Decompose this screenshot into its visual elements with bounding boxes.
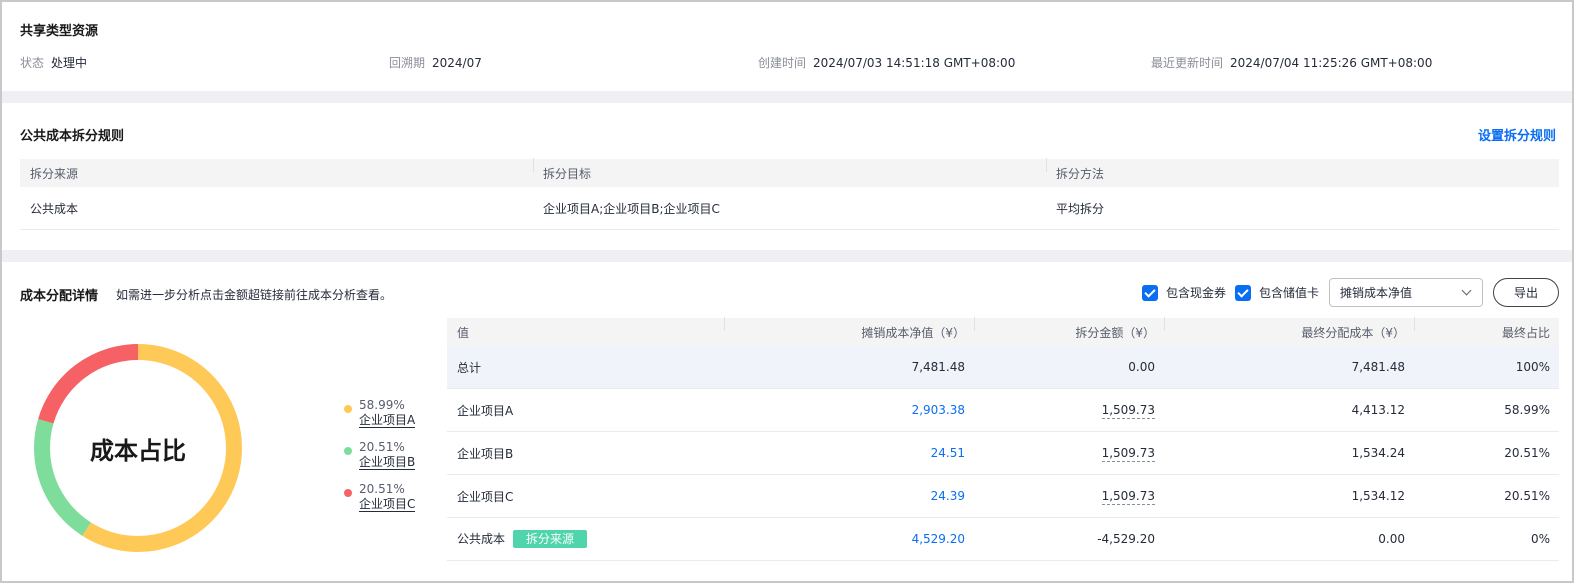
net-cost-link[interactable]: 24.51	[931, 446, 965, 460]
row-name: 企业项目B	[457, 446, 514, 461]
net-cost-link[interactable]: 2,903.38	[912, 403, 965, 417]
meta-updated-label: 最近更新时间	[1151, 56, 1224, 70]
table-row: 公共成本 企业项目A;企业项目B;企业项目C 平均拆分	[20, 187, 1559, 230]
split-source-tag: 拆分来源	[513, 530, 588, 548]
page-frame: 共享类型资源 状态 处理中 回溯期 2024/07 创建时间 2024/07/03 1…	[0, 0, 1574, 583]
net-cost-link[interactable]: 24.39	[931, 489, 965, 503]
row-split: 0.00	[1128, 360, 1155, 374]
rules-cell-target: 企业项目A;企业项目B;企业项目C	[543, 201, 720, 216]
checkbox-checked-icon[interactable]	[1142, 284, 1158, 301]
row-final: 0.00	[1378, 532, 1405, 546]
legend-dot-icon	[344, 489, 352, 497]
split-amount-tooltip[interactable]: 1,509.73	[1101, 446, 1155, 462]
meta-created-label: 创建时间	[758, 56, 807, 70]
section-divider	[2, 250, 1572, 262]
legend-b-pct: 20.51%	[359, 440, 405, 454]
legend-a-name: 企业项目A	[359, 413, 416, 428]
export-button[interactable]: 导出	[1493, 278, 1559, 307]
legend-dot-icon	[344, 447, 352, 455]
table-row: 企业项目C 24.39 1,509.73 1,534.12 20.51%	[447, 475, 1559, 518]
row-ratio: 100%	[1515, 360, 1550, 374]
detail-title: 成本分配详情	[20, 289, 99, 304]
rules-title: 公共成本拆分规则	[20, 129, 125, 144]
row-ratio: 0%	[1530, 532, 1550, 546]
row-name: 公共成本	[457, 532, 506, 546]
row-name: 总计	[457, 360, 482, 375]
detail-description: 如需进一步分析点击金额超链接前往成本分析查看。	[116, 288, 393, 302]
header-final-ratio: 最终占比	[1414, 316, 1559, 341]
row-final: 7,481.48	[1351, 360, 1405, 374]
cost-type-select[interactable]: 摊销成本净值	[1329, 278, 1483, 307]
set-split-rule-link[interactable]: 设置拆分规则	[1478, 125, 1556, 144]
table-row: 企业项目A 2,903.38 1,509.73 4,413.12 58.99%	[447, 389, 1559, 432]
row-split: -4,529.20	[1097, 532, 1155, 546]
meta-created: 创建时间 2024/07/03 14:51:18 GMT+08:00	[758, 54, 1015, 71]
meta-status: 状态 处理中	[20, 54, 87, 71]
meta-created-value: 2024/07/03 14:51:18 GMT+08:00	[813, 56, 1016, 70]
chevron-down-icon	[1461, 285, 1472, 296]
net-cost-link[interactable]: 4,529.20	[912, 532, 965, 546]
include-stored-card-label: 包含储值卡	[1259, 286, 1320, 300]
legend-c-name: 企业项目C	[359, 497, 416, 512]
header-split-amount: 拆分金额（¥）	[974, 316, 1164, 341]
table-row: 公共成本 拆分来源 4,529.20 -4,529.20 0.00 0%	[447, 518, 1559, 561]
rules-header-method: 拆分方法	[1046, 157, 1559, 182]
checkbox-checked-icon[interactable]	[1235, 284, 1251, 301]
cost-type-select-value: 摊销成本净值	[1340, 286, 1413, 300]
header-value: 值	[457, 325, 470, 340]
resource-title: 共享类型资源	[20, 24, 99, 39]
rules-header-source: 拆分来源	[30, 166, 79, 181]
meta-status-label: 状态	[20, 56, 45, 70]
include-cash-coupon-checkbox[interactable]: 包含现金券	[1142, 284, 1226, 301]
meta-updated-value: 2024/07/04 11:25:26 GMT+08:00	[1230, 56, 1433, 70]
header-net-cost: 摊销成本净值（¥）	[724, 316, 974, 341]
row-name-cell: 公共成本 拆分来源	[447, 530, 724, 548]
legend-c-pct: 20.51%	[359, 482, 405, 496]
allocation-table-header: 值 摊销成本净值（¥） 拆分金额（¥） 最终分配成本（¥） 最终占比	[447, 316, 1559, 346]
meta-updated: 最近更新时间 2024/07/04 11:25:26 GMT+08:00	[1151, 54, 1432, 71]
allocation-table: 值 摊销成本净值（¥） 拆分金额（¥） 最终分配成本（¥） 最终占比 总计 7,…	[447, 316, 1559, 561]
donut-center-label: 成本占比	[90, 436, 186, 465]
include-stored-card-checkbox[interactable]: 包含储值卡	[1235, 284, 1319, 301]
rules-cell-method: 平均拆分	[1056, 201, 1105, 216]
header-final-cost: 最终分配成本（¥）	[1164, 316, 1414, 341]
rules-header-target: 拆分目标	[533, 157, 1046, 182]
rules-table-header: 拆分来源 拆分目标 拆分方法	[20, 157, 1559, 187]
meta-period-label: 回溯期	[389, 56, 426, 70]
row-net: 7,481.48	[911, 360, 965, 374]
legend-a-pct: 58.99%	[359, 398, 405, 412]
row-final: 4,413.12	[1351, 403, 1405, 417]
section-divider	[2, 91, 1572, 103]
row-final: 1,534.12	[1351, 489, 1405, 503]
split-amount-tooltip[interactable]: 1,509.73	[1101, 403, 1155, 419]
table-row: 企业项目B 24.51 1,509.73 1,534.24 20.51%	[447, 432, 1559, 475]
rules-cell-source: 公共成本	[30, 201, 79, 216]
meta-period: 回溯期 2024/07	[389, 54, 482, 71]
legend-dot-icon	[344, 405, 352, 413]
legend-b-name: 企业项目B	[359, 455, 416, 470]
row-final: 1,534.24	[1351, 446, 1405, 460]
rules-table: 拆分来源 拆分目标 拆分方法 公共成本 企业项目A;企业项目B;企业项目C 平均…	[20, 157, 1559, 230]
row-ratio: 20.51%	[1504, 489, 1550, 503]
include-cash-coupon-label: 包含现金券	[1166, 286, 1227, 300]
row-ratio: 20.51%	[1504, 446, 1550, 460]
table-row-total: 总计 7,481.48 0.00 7,481.48 100%	[447, 346, 1559, 389]
meta-period-value: 2024/07	[432, 56, 482, 70]
meta-status-value: 处理中	[51, 56, 88, 70]
split-amount-tooltip[interactable]: 1,509.73	[1101, 489, 1155, 505]
row-name: 企业项目C	[457, 489, 514, 504]
row-ratio: 58.99%	[1504, 403, 1550, 417]
row-name: 企业项目A	[457, 403, 514, 418]
